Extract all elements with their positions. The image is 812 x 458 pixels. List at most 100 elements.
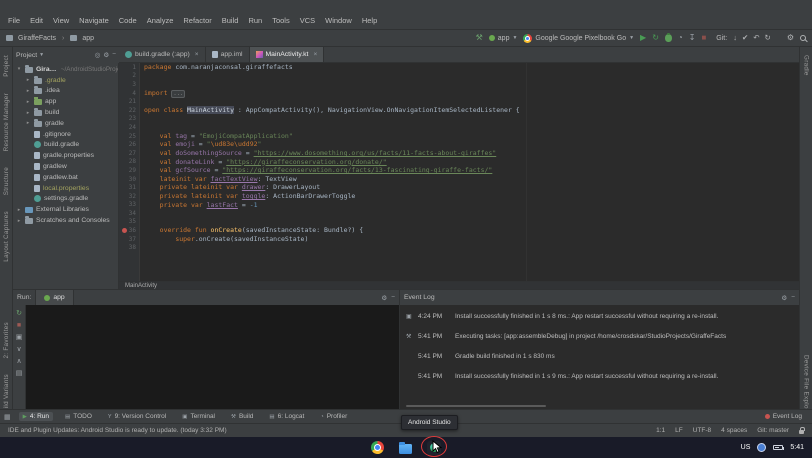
menu-vcs[interactable]: VCS (295, 14, 320, 27)
event-log-entry[interactable]: ⚒5:41 PMExecuting tasks: [app:assembleDe… (406, 333, 793, 340)
event-log-entry[interactable]: ▣4:24 PMInstall successfully finished in… (406, 313, 793, 320)
menu-file[interactable]: File (3, 14, 25, 27)
code-line[interactable]: super.onCreate(savedInstanceState) (144, 235, 799, 244)
menu-build[interactable]: Build (217, 14, 244, 27)
code-line[interactable] (144, 243, 799, 252)
tree-item-gradlew[interactable]: gradlew (13, 161, 118, 172)
tree-item-gradlew-bat[interactable]: gradlew.bat (13, 172, 118, 183)
update-project-icon[interactable]: ↓ (733, 34, 737, 42)
code-line[interactable]: lateinit var factTextView: TextView (144, 175, 799, 184)
gutter-line[interactable]: 34 (119, 209, 139, 218)
editor-tab-mainactivity-kt[interactable]: MainActivity.kt× (250, 47, 325, 62)
files-taskbar-icon[interactable] (399, 444, 412, 454)
code-line[interactable] (144, 80, 799, 89)
chrome-taskbar-icon[interactable] (371, 441, 384, 454)
gutter-line[interactable]: 21 (119, 97, 139, 106)
gutter-line[interactable]: 28 (119, 158, 139, 167)
stop-console-icon[interactable]: ■ (17, 322, 21, 329)
chevron-down-icon[interactable]: ▼ (39, 52, 44, 58)
tool-strip-left-project[interactable]: Project (3, 55, 10, 77)
tool-strip-right-device-file-explorer[interactable]: Device File Explorer (803, 355, 810, 417)
settings-icon[interactable]: ⚙ (787, 34, 794, 42)
menu-run[interactable]: Run (243, 14, 267, 27)
tree-item-local-properties[interactable]: local.properties (13, 183, 118, 194)
rerun-icon[interactable]: ↻ (16, 310, 22, 317)
status-message[interactable]: IDE and Plugin Updates: Android Studio i… (8, 427, 227, 434)
profiler-icon[interactable]: ◔ (678, 34, 683, 42)
project-panel-title[interactable]: Project (16, 52, 37, 59)
run-configuration-select[interactable]: app ▼ (489, 35, 518, 42)
keyboard-layout-indicator[interactable]: US (741, 444, 751, 451)
gutter-line[interactable]: 38 (119, 243, 139, 252)
code-line[interactable]: override fun onCreate(savedInstanceState… (144, 226, 799, 235)
gutter-line[interactable]: 26 (119, 140, 139, 149)
code-line[interactable]: private var lastFact = -1 (144, 201, 799, 210)
toolwindow-button-todo[interactable]: ▤TODO (61, 412, 96, 421)
horizontal-scrollbar[interactable] (406, 405, 546, 407)
rollback-icon[interactable]: ↶ (753, 34, 759, 42)
gutter-line[interactable]: 33 (119, 201, 139, 210)
device-select[interactable]: Google Google Pixelbook Go ▼ (523, 34, 634, 43)
code-line[interactable] (144, 97, 799, 106)
run-tab-app[interactable]: app (35, 290, 73, 305)
menu-edit[interactable]: Edit (25, 14, 48, 27)
gutter-line[interactable]: 27 (119, 149, 139, 158)
scroll-up-icon[interactable]: ∧ (16, 358, 21, 365)
tree-item-idea[interactable]: ▸.idea (13, 86, 118, 97)
code-line[interactable]: val emoji = "\ud83e\udd92" (144, 140, 799, 149)
menu-analyze[interactable]: Analyze (142, 14, 179, 27)
code-editor[interactable]: 1234212223242526272829303132333435363738… (119, 63, 799, 281)
tree-item-gradle[interactable]: ▸.gradle (13, 75, 118, 86)
gutter-line[interactable]: 32 (119, 192, 139, 201)
clear-icon[interactable]: ▤ (16, 370, 23, 377)
toolwindow-button-event-log[interactable]: Event Log (761, 412, 806, 421)
code-line[interactable] (144, 115, 799, 124)
editor-code-area[interactable]: package com.naranjaconsal.giraffefactsim… (140, 63, 799, 281)
android-studio-taskbar-icon[interactable] (427, 441, 441, 455)
lock-icon[interactable] (799, 430, 804, 434)
status-lf[interactable]: LF (675, 427, 683, 434)
debug-icon[interactable] (665, 34, 672, 42)
run-console[interactable] (26, 305, 399, 409)
toolwindow-button-build[interactable]: ⚒Build (227, 412, 257, 421)
code-line[interactable]: val doSomethingSource = "https://www.dos… (144, 149, 799, 158)
breadcrumb-module[interactable]: app (82, 35, 94, 42)
tree-item-gradle-properties[interactable]: gradle.properties (13, 150, 118, 161)
tool-strip-right-gradle[interactable]: Gradle (803, 55, 810, 76)
gear-icon[interactable]: ⚙ (103, 51, 109, 59)
code-line[interactable]: val gcfSource = "https://giraffeconserva… (144, 166, 799, 175)
code-line[interactable] (144, 209, 799, 218)
expand-arrow-icon[interactable]: ▸ (25, 77, 31, 83)
gutter-line[interactable]: 24 (119, 123, 139, 132)
expand-arrow-icon[interactable]: ▸ (25, 120, 31, 126)
gutter-line[interactable]: 25 (119, 132, 139, 141)
toolwindow-button-4-run[interactable]: ▶4: Run (19, 412, 53, 421)
expand-arrow-icon[interactable]: ▸ (16, 207, 22, 213)
event-log-entry[interactable]: 5:41 PMGradle build finished in 1 s 830 … (406, 353, 793, 360)
event-log-list[interactable]: ▣4:24 PMInstall successfully finished in… (400, 305, 799, 409)
clock[interactable]: 5:41 (790, 444, 804, 451)
code-line[interactable]: private lateinit var toggle: ActionBarDr… (144, 192, 799, 201)
status-git-master[interactable]: Git: master (757, 427, 789, 434)
tool-strip-left-structure[interactable]: Structure (3, 167, 10, 195)
scroll-down-icon[interactable]: ∨ (16, 346, 21, 353)
tree-item-gitignore[interactable]: .gitignore (13, 129, 118, 140)
menu-window[interactable]: Window (320, 14, 357, 27)
commit-icon[interactable]: ✔ (742, 34, 748, 42)
attach-debugger-icon[interactable]: ↧ (689, 34, 696, 42)
tree-item-build-gradle[interactable]: build.gradle (13, 140, 118, 151)
gutter-line[interactable]: 2 (119, 72, 139, 81)
tree-item-gradle[interactable]: ▸gradle (13, 118, 118, 129)
code-line[interactable]: val tag = "EmojiCompatApplication" (144, 132, 799, 141)
status-utf-8[interactable]: UTF-8 (693, 427, 711, 434)
gutter-line[interactable]: 37 (119, 235, 139, 244)
code-line[interactable]: val donateLink = "https://giraffeconserv… (144, 158, 799, 167)
gutter-line[interactable]: 36 (119, 226, 139, 235)
editor-gutter[interactable]: 1234212223242526272829303132333435363738 (119, 63, 140, 281)
tool-strip-left-layout-captures[interactable]: Layout Captures (3, 211, 10, 262)
event-log-entry[interactable]: 5:41 PMInstall successfully finished in … (406, 373, 793, 380)
close-tab-icon[interactable]: × (195, 51, 199, 58)
tree-item-scratches-and-consoles[interactable]: ▸Scratches and Consoles (13, 215, 118, 226)
code-line[interactable] (144, 72, 799, 81)
tree-item-build[interactable]: ▸build (13, 107, 118, 118)
